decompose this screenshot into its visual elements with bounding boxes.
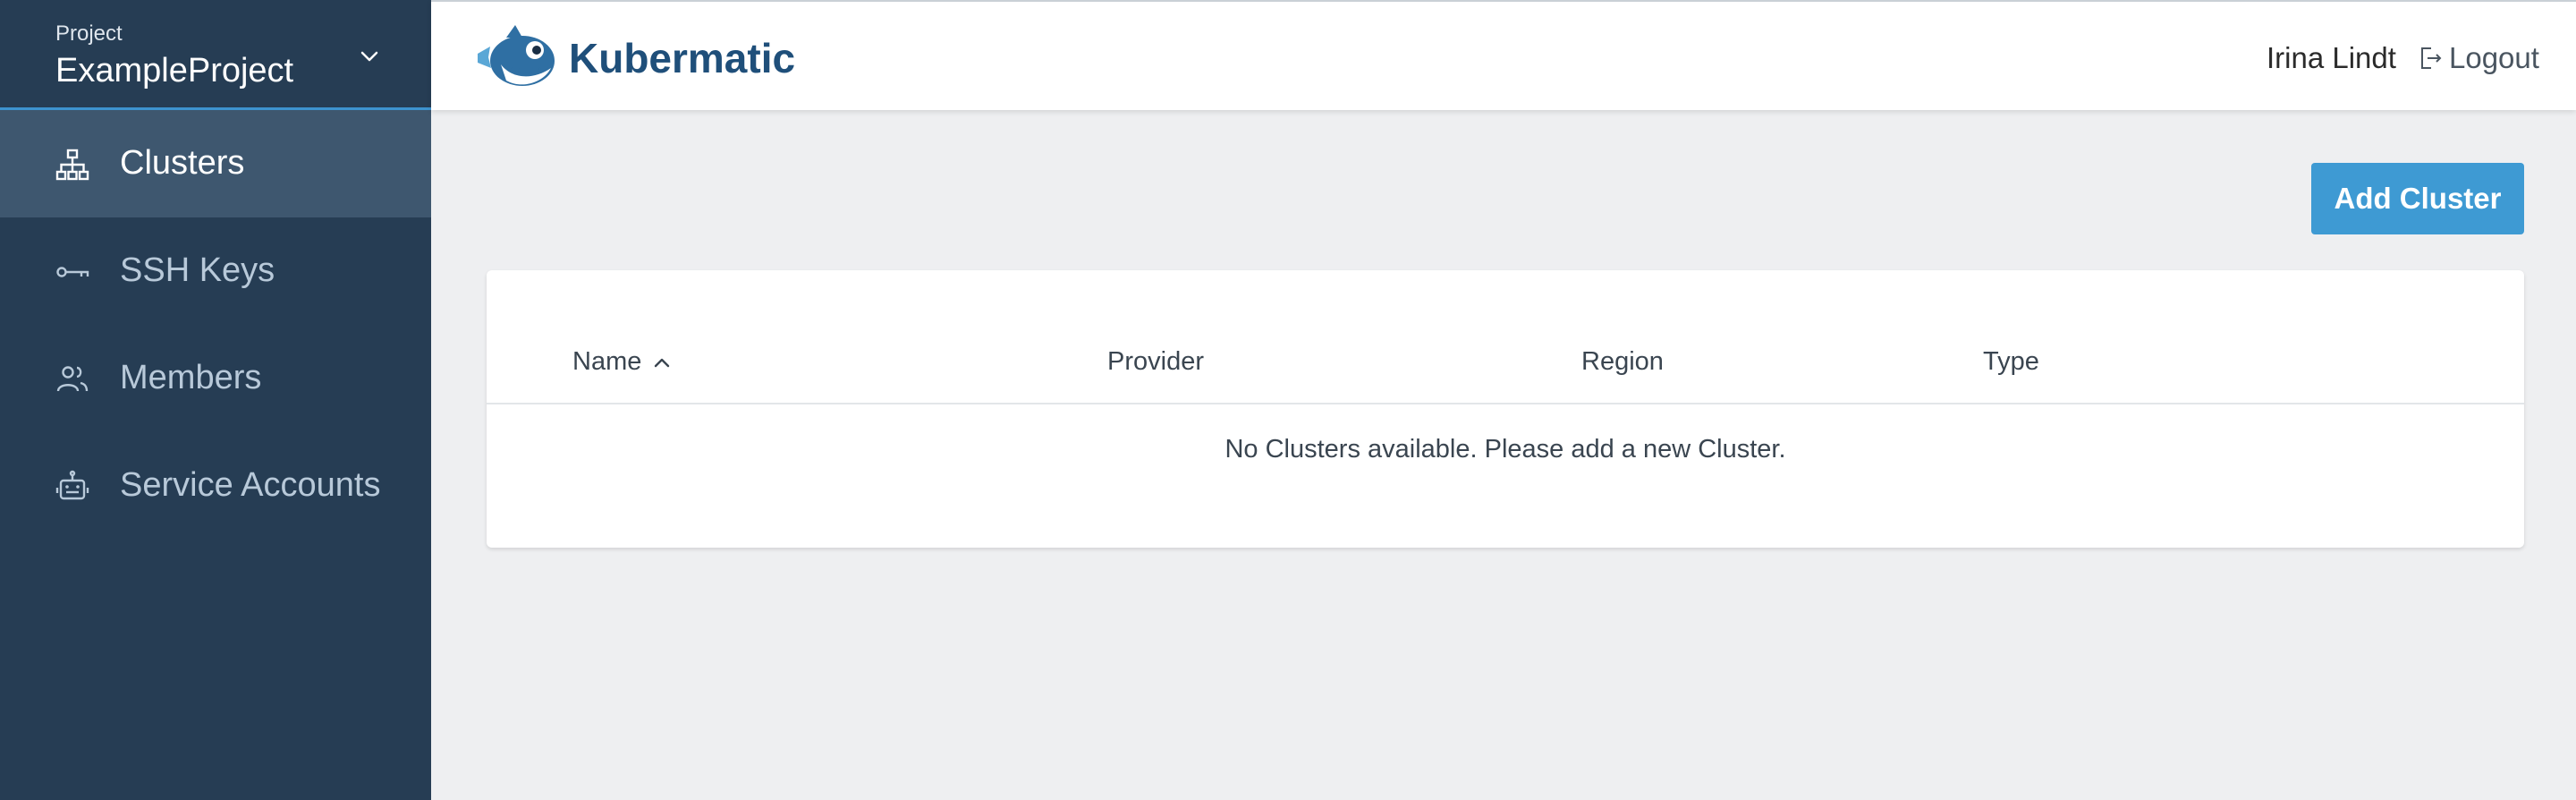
clusters-table: Name Provider Region Type No Clusters av… [487, 270, 2524, 548]
column-header-name[interactable]: Name [572, 347, 641, 377]
sidebar-item-label: SSH Keys [120, 251, 275, 289]
add-cluster-button[interactable]: Add Cluster [2311, 163, 2524, 234]
chevron-down-icon[interactable] [360, 47, 379, 66]
column-header-type: Type [1983, 347, 2039, 376]
sidebar-item-label: Clusters [120, 144, 245, 182]
logout-label: Logout [2449, 41, 2539, 74]
column-header-provider: Provider [1107, 347, 1204, 376]
key-icon [56, 267, 89, 277]
table-header-divider [487, 403, 2524, 404]
users-icon [56, 366, 89, 392]
sidebar-item-label: Service Accounts [120, 466, 381, 504]
sidebar: Project ExampleProject Clusters SSH Keys… [0, 0, 431, 800]
user-name: Irina Lindt [2267, 41, 2396, 74]
sidebar-nav: Clusters SSH Keys Members Service Accoun… [0, 110, 431, 540]
kubermatic-logo-icon[interactable] [476, 23, 558, 91]
logout-icon [2421, 47, 2442, 69]
top-bar: Kubermatic Irina Lindt Logout [431, 0, 2576, 110]
brand-name[interactable]: Kubermatic [569, 34, 795, 82]
project-name: ExampleProject [55, 52, 294, 89]
sidebar-item-ssh-keys[interactable]: SSH Keys [0, 217, 431, 325]
empty-state-message: No Clusters available. Please add a new … [1224, 435, 1786, 464]
project-selector[interactable]: Project ExampleProject [0, 0, 431, 110]
robot-icon [55, 470, 89, 500]
sidebar-item-clusters[interactable]: Clusters [0, 110, 431, 217]
column-header-region: Region [1581, 347, 1664, 376]
project-label: Project [55, 21, 123, 46]
sidebar-item-service-accounts[interactable]: Service Accounts [0, 432, 431, 540]
sidebar-item-members[interactable]: Members [0, 325, 431, 432]
sidebar-item-label: Members [120, 359, 262, 396]
sitemap-icon [55, 149, 89, 181]
sort-ascending-icon[interactable] [653, 356, 671, 369]
